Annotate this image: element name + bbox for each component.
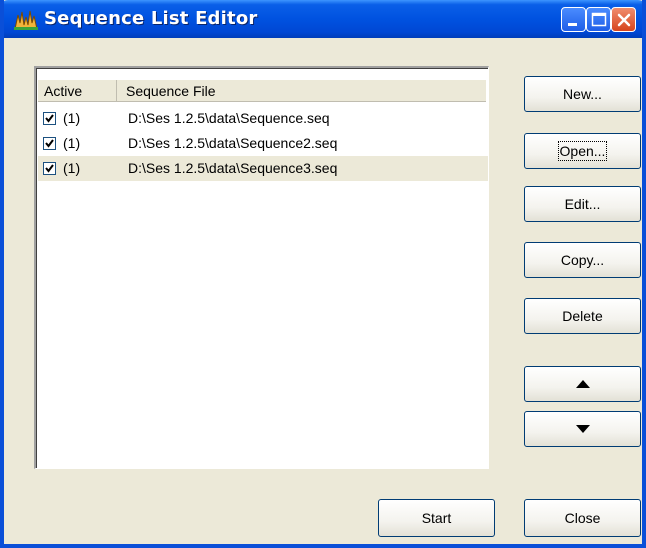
list-item[interactable]: (1) D:\Ses 1.2.5\data\Sequence3.seq <box>38 156 488 181</box>
minimize-icon <box>568 23 577 26</box>
arrow-down-icon <box>576 425 590 433</box>
list-item[interactable]: (1) D:\Ses 1.2.5\data\Sequence2.seq <box>38 131 488 156</box>
row-sequence-file: D:\Ses 1.2.5\data\Sequence2.seq <box>128 135 338 151</box>
close-button[interactable]: Close <box>524 499 641 537</box>
minimize-button[interactable] <box>561 7 586 32</box>
start-button[interactable]: Start <box>378 499 495 537</box>
maximize-icon <box>591 12 607 27</box>
checkmark-icon <box>45 139 54 148</box>
edit-button-label: Edit... <box>564 196 601 212</box>
row-level: (1) <box>63 135 81 151</box>
close-button-label: Close <box>564 510 601 526</box>
start-button-label: Start <box>421 510 452 526</box>
row-level: (1) <box>63 110 81 126</box>
checkmark-icon <box>45 114 54 123</box>
sequence-list-editor-window: Sequence List Editor Active Sequence Fil… <box>0 0 646 548</box>
checkmark-icon <box>45 164 54 173</box>
close-window-button[interactable] <box>611 7 636 32</box>
move-down-button[interactable] <box>524 411 641 447</box>
row-sequence-file: D:\Ses 1.2.5\data\Sequence3.seq <box>128 160 338 176</box>
delete-button[interactable]: Delete <box>524 298 641 334</box>
copy-button[interactable]: Copy... <box>524 242 641 278</box>
edit-button[interactable]: Edit... <box>524 186 641 222</box>
move-up-button[interactable] <box>524 366 641 402</box>
window-title: Sequence List Editor <box>44 8 258 29</box>
row-sequence-file: D:\Ses 1.2.5\data\Sequence.seq <box>128 110 330 126</box>
new-button-label: New... <box>563 86 602 102</box>
list-item[interactable]: (1) D:\Ses 1.2.5\data\Sequence.seq <box>38 106 488 131</box>
title-bar[interactable]: Sequence List Editor <box>4 0 642 38</box>
maximize-button[interactable] <box>586 7 611 32</box>
active-checkbox[interactable] <box>43 112 56 125</box>
arrow-up-icon <box>576 380 590 388</box>
copy-button-label: Copy... <box>560 252 605 268</box>
column-header-active[interactable]: Active <box>38 80 117 102</box>
open-button-label: Open... <box>557 141 608 161</box>
list-header: Active Sequence File <box>38 80 486 102</box>
active-checkbox[interactable] <box>43 162 56 175</box>
new-button[interactable]: New... <box>524 76 641 112</box>
column-header-sequence-file[interactable]: Sequence File <box>117 80 486 102</box>
active-checkbox[interactable] <box>43 137 56 150</box>
row-level: (1) <box>63 160 81 176</box>
open-button[interactable]: Open... <box>524 133 641 169</box>
delete-button-label: Delete <box>562 308 603 324</box>
close-icon <box>617 13 631 27</box>
sequence-list[interactable]: Active Sequence File (1) D:\Ses 1.2.5\da… <box>34 66 489 469</box>
sequence-app-icon <box>14 9 38 31</box>
